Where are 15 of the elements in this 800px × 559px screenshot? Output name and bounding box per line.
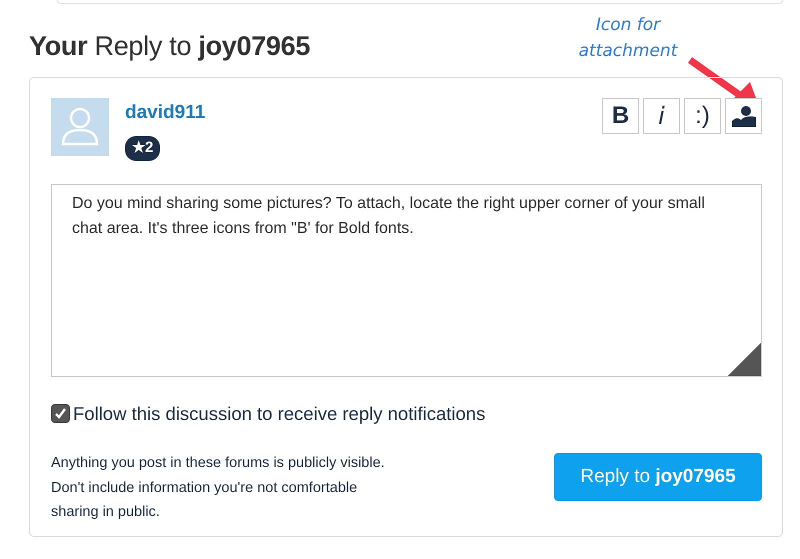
reply-field[interactable]: Do you mind sharing some pictures? To attach, locate the right upper corner of your small chat area. It's three icons from "B' for Bold fonts. [51,184,762,376]
image-icon [730,103,756,129]
follow-label[interactable]: Follow this discussion to receive reply notifications [73,400,486,428]
username-link[interactable]: david911 [125,102,206,124]
disclaimer-text: Anything you post in these forums is publicly visible. Don't include information you're not comfortable sharing in public. [51,454,386,522]
avatar-icon [51,98,109,156]
page-heading: Your Reply to joy07965 [29,30,310,62]
format-button[interactable]: i [643,98,680,134]
check-icon [54,406,67,420]
follow-checkbox[interactable] [51,404,70,423]
format-button[interactable]: B [602,98,639,134]
annotation-text: Icon for attachment [578,14,679,63]
image-button[interactable] [725,98,762,134]
format-button[interactable]: :) [684,98,721,134]
rank-badge: ★2 [125,136,160,160]
